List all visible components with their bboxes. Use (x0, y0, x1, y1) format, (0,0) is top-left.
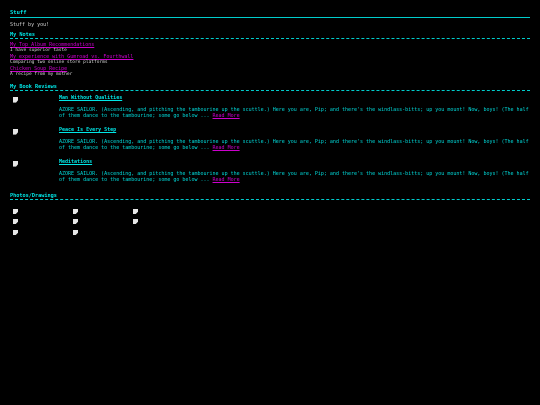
photo-thumbnail[interactable] (73, 209, 78, 214)
reviews-divider (10, 90, 530, 91)
review-item: Peace Is Every Step AZORE SAILOR. (Ascen… (10, 127, 530, 159)
review-body: Peace Is Every Step AZORE SAILOR. (Ascen… (59, 127, 529, 152)
photo-grid (10, 203, 530, 243)
notes-list: My Top Album Recommendations I have supe… (10, 42, 530, 78)
note-description: A recipe from my mother (10, 72, 73, 77)
photo-thumbnail[interactable] (133, 209, 138, 214)
page-intro: Stuff by you! (10, 22, 50, 28)
review-item: Meditations AZORE SAILOR. (Ascending, an… (10, 159, 530, 191)
book-cover-image (13, 97, 18, 103)
book-cover-image (13, 161, 18, 167)
notes-divider (10, 38, 530, 39)
photo-thumbnail[interactable] (133, 219, 138, 224)
page-title: Stuff (10, 10, 27, 16)
review-title-link[interactable]: Man Without Qualities (59, 95, 529, 102)
review-excerpt-text: AZORE SAILOR. (Ascending, and pitching t… (59, 139, 529, 152)
review-excerpt: AZORE SAILOR. (Ascending, and pitching t… (59, 107, 529, 120)
review-excerpt-text: AZORE SAILOR. (Ascending, and pitching t… (59, 107, 529, 120)
review-title-link[interactable]: Meditations (59, 159, 529, 166)
review-excerpt: AZORE SAILOR. (Ascending, and pitching t… (59, 171, 529, 184)
review-body: Meditations AZORE SAILOR. (Ascending, an… (59, 159, 529, 184)
photo-thumbnail[interactable] (13, 219, 18, 224)
title-divider (10, 17, 530, 18)
review-excerpt: AZORE SAILOR. (Ascending, and pitching t… (59, 139, 529, 152)
read-more-link[interactable]: Read More (213, 177, 240, 183)
photo-thumbnail[interactable] (13, 209, 18, 214)
review-item: Man Without Qualities AZORE SAILOR. (Asc… (10, 95, 530, 127)
read-more-link[interactable]: Read More (213, 145, 240, 151)
review-title-link[interactable]: Peace Is Every Step (59, 127, 529, 134)
photos-divider (10, 199, 530, 200)
photo-thumbnail[interactable] (73, 230, 78, 235)
photo-thumbnail[interactable] (13, 230, 18, 235)
read-more-link[interactable]: Read More (213, 113, 240, 119)
review-body: Man Without Qualities AZORE SAILOR. (Asc… (59, 95, 529, 120)
review-excerpt-text: AZORE SAILOR. (Ascending, and pitching t… (59, 171, 529, 184)
page-content: Stuff Stuff by you! My Notes My Top Albu… (10, 9, 530, 243)
photo-thumbnail[interactable] (73, 219, 78, 224)
book-cover-image (13, 129, 18, 135)
